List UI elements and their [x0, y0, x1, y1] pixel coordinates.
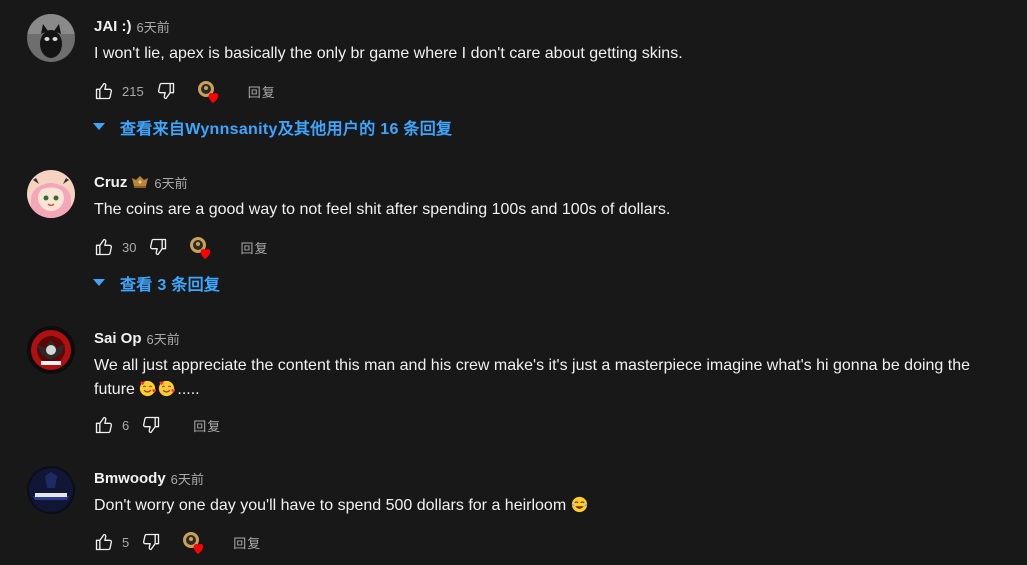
- chevron-down-icon: [92, 118, 106, 136]
- smiling-face-with-hearts-emoji: [139, 380, 157, 397]
- smiling-face-with-hearts-emoji: [158, 380, 176, 397]
- comment-author[interactable]: JAI :): [94, 18, 132, 35]
- comment-time[interactable]: 6天前: [137, 17, 170, 36]
- like-icon[interactable]: [94, 415, 114, 435]
- comment-author[interactable]: Sai Op: [94, 330, 142, 347]
- comment-actions: 215 回复: [94, 79, 276, 103]
- like-count: 215: [122, 83, 144, 99]
- dislike-icon[interactable]: [148, 237, 168, 257]
- comment-text-tail: .....: [177, 381, 200, 398]
- comment-time[interactable]: 6天前: [154, 173, 187, 192]
- comment-author[interactable]: Bmwoody: [94, 470, 166, 487]
- view-replies-button[interactable]: 查看来自Wynnsanity及其他用户的 16 条回复: [92, 115, 452, 139]
- reply-button[interactable]: 回复: [240, 238, 268, 257]
- like-icon[interactable]: [94, 237, 114, 257]
- avatar[interactable]: [27, 170, 75, 218]
- comment-time[interactable]: 6天前: [147, 329, 180, 348]
- creator-heart-icon: [188, 235, 212, 259]
- member-badge-icon: [131, 175, 149, 189]
- dislike-icon[interactable]: [141, 415, 161, 435]
- avatar[interactable]: [27, 326, 75, 374]
- creator-heart-icon: [196, 79, 220, 103]
- like-icon[interactable]: [94, 81, 114, 101]
- comment-author[interactable]: Cruz: [94, 174, 127, 191]
- avatar[interactable]: [27, 14, 75, 62]
- comment-text: Don't worry one day you'll have to spend…: [94, 494, 997, 518]
- creator-heart-icon: [181, 530, 205, 554]
- comment-time[interactable]: 6天前: [171, 469, 204, 488]
- dislike-icon[interactable]: [141, 532, 161, 552]
- dislike-icon[interactable]: [156, 81, 176, 101]
- tears-of-joy-emoji: [571, 496, 588, 513]
- comment-actions: 30 回复: [94, 235, 268, 259]
- like-count: 30: [122, 239, 137, 255]
- like-count: 5: [122, 534, 130, 550]
- reply-button[interactable]: 回复: [193, 416, 221, 435]
- reply-button[interactable]: 回复: [233, 533, 261, 552]
- like-icon[interactable]: [94, 532, 114, 552]
- view-replies-button[interactable]: 查看 3 条回复: [92, 271, 220, 295]
- comment-text: I won't lie, apex is basically the only …: [94, 45, 683, 62]
- view-replies-label: 查看 3 条回复: [120, 277, 221, 294]
- comment-text: The coins are a good way to not feel shi…: [94, 201, 671, 218]
- comment-actions: 6 回复: [94, 413, 221, 437]
- like-count: 6: [122, 417, 130, 433]
- view-replies-label: 查看来自Wynnsanity及其他用户的 16 条回复: [120, 121, 453, 138]
- comment-text-body: We all just appreciate the content this …: [94, 357, 971, 398]
- comment-text: We all just appreciate the content this …: [94, 354, 997, 402]
- reply-button[interactable]: 回复: [248, 82, 276, 101]
- chevron-down-icon: [92, 274, 106, 292]
- avatar[interactable]: [27, 466, 75, 514]
- comment-text-body: Don't worry one day you'll have to spend…: [94, 497, 567, 514]
- comment-actions: 5 回复: [94, 530, 261, 554]
